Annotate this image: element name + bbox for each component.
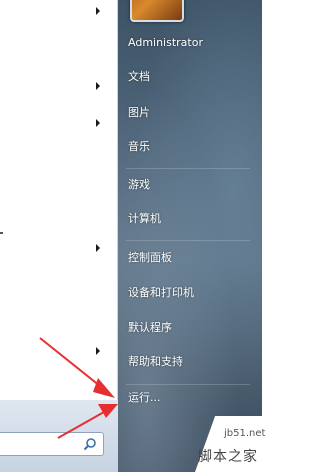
watermark-brand: 脚本之家 — [198, 449, 258, 465]
annotation-arrow-upper — [39, 337, 101, 387]
annotation-arrowhead-icon — [98, 404, 118, 418]
annotation-arrow-lower — [57, 411, 105, 439]
annotation-arrows — [39, 337, 118, 439]
annotation-arrowhead-icon — [93, 378, 115, 398]
watermark-site: jb51.net — [224, 428, 266, 439]
